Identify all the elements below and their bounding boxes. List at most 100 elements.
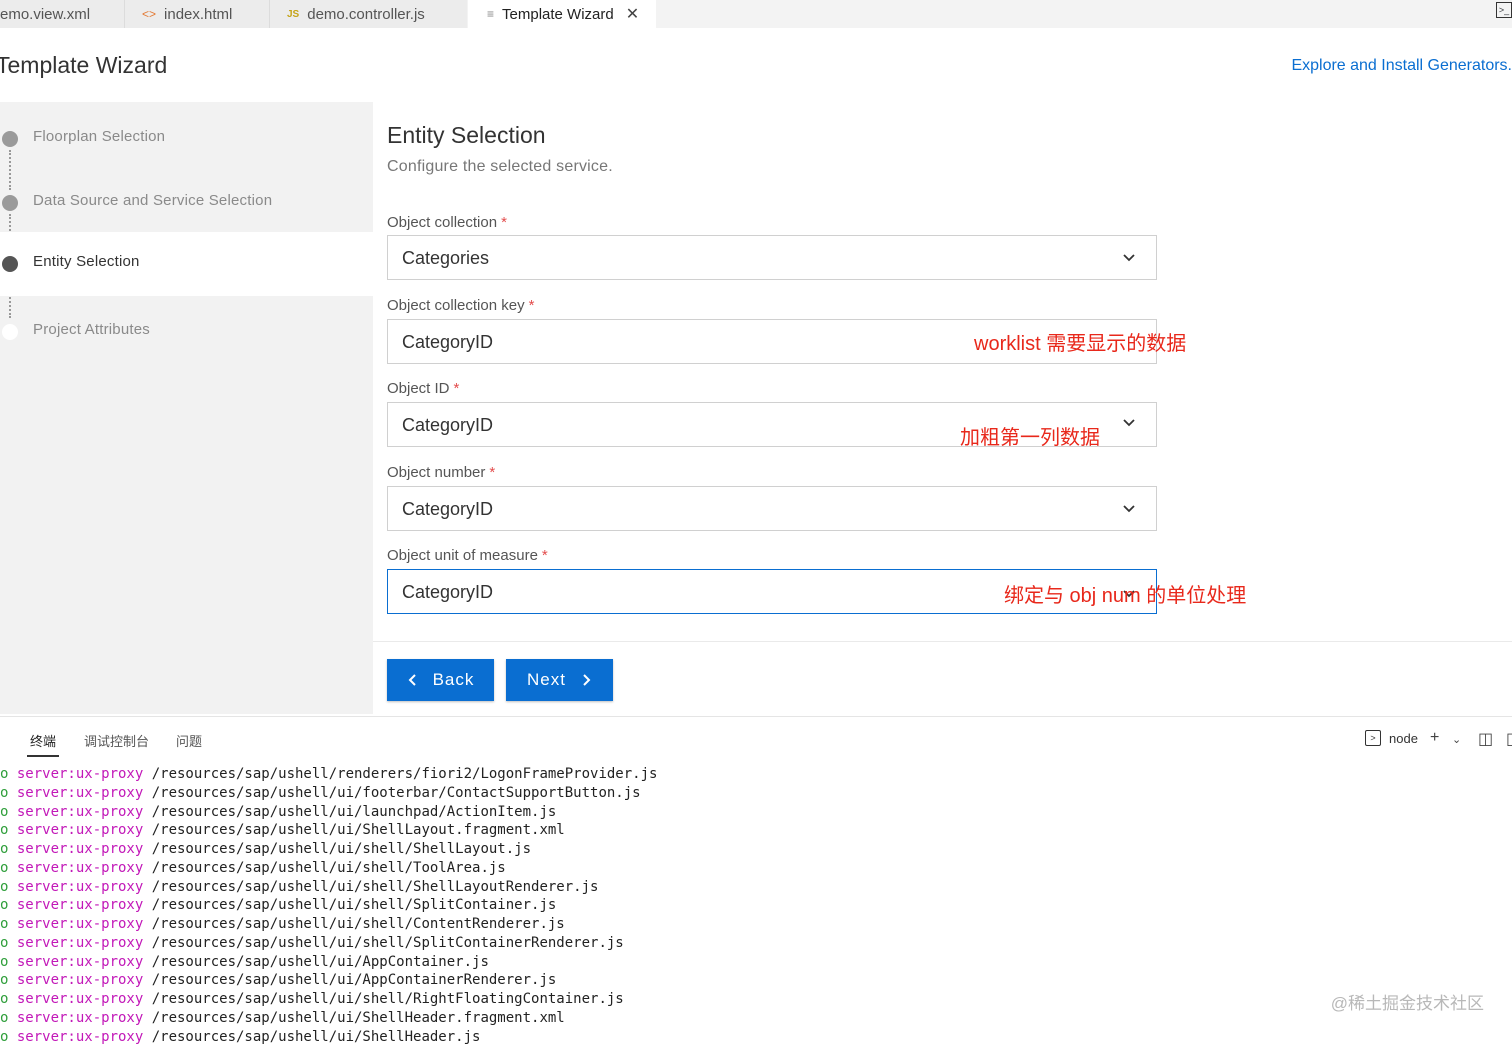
log-source: server:ux-proxy xyxy=(17,860,152,876)
wizard-steps: Floorplan Selection Data Source and Serv… xyxy=(0,102,373,714)
log-path: /resources/sap/ushell/ui/shell/SplitCont… xyxy=(152,935,624,951)
footer-divider xyxy=(373,641,1512,642)
log-prefix: o xyxy=(0,954,17,970)
section-title: Entity Selection xyxy=(387,122,546,149)
terminal-selector[interactable]: > node xyxy=(1365,730,1418,746)
log-source: server:ux-proxy xyxy=(17,916,152,932)
log-line: o server:ux-proxy /resources/sap/ushell/… xyxy=(0,1009,657,1028)
log-source: server:ux-proxy xyxy=(17,897,152,913)
active-tab-indicator xyxy=(27,755,59,757)
log-path: /resources/sap/ushell/ui/AppContainer.js xyxy=(152,954,489,970)
log-line: o server:ux-proxy /resources/sap/ushell/… xyxy=(0,971,657,990)
step-current-icon xyxy=(2,256,18,272)
log-source: server:ux-proxy xyxy=(17,954,152,970)
step-done-icon xyxy=(2,131,18,147)
select-value: CategoryID xyxy=(402,582,493,603)
log-path: /resources/sap/ushell/renderers/fiori2/L… xyxy=(152,766,658,782)
terminal-output: o server:ux-proxy /resources/sap/ushell/… xyxy=(0,765,657,1046)
tab-debug-console[interactable]: 调试控制台 xyxy=(84,731,149,750)
log-prefix: o xyxy=(0,991,17,1007)
chevron-down-icon xyxy=(1122,250,1136,264)
log-source: server:ux-proxy xyxy=(17,991,152,1007)
object-id-label: Object ID* xyxy=(387,380,459,397)
js-file-icon: JS xyxy=(287,9,299,20)
tab-template-wizard[interactable]: ≡ Template Wizard ✕ xyxy=(468,0,656,28)
annotation-unit-binding: 绑定与 obj num 的单位处理 xyxy=(1004,579,1246,608)
input-value: CategoryID xyxy=(402,332,493,353)
explore-generators-link[interactable]: Explore and Install Generators. xyxy=(1291,57,1512,75)
tab-label: demo.controller.js xyxy=(307,6,425,23)
terminal-icon: > xyxy=(1365,730,1381,746)
log-line: o server:ux-proxy /resources/sap/ushell/… xyxy=(0,803,657,822)
step-data-source[interactable]: Data Source and Service Selection xyxy=(0,171,373,235)
chevron-down-icon[interactable]: ⌄ xyxy=(1452,733,1461,746)
add-terminal-icon[interactable]: + xyxy=(1430,729,1439,747)
log-path: /resources/sap/ushell/ui/footerbar/Conta… xyxy=(152,785,641,801)
log-source: server:ux-proxy xyxy=(17,766,152,782)
log-line: o server:ux-proxy /resources/sap/ushell/… xyxy=(0,990,657,1009)
log-prefix: o xyxy=(0,935,17,951)
log-prefix: o xyxy=(0,860,17,876)
terminal-icon[interactable]: >_ xyxy=(1496,2,1512,18)
step-label: Data Source and Service Selection xyxy=(33,192,272,209)
object-number-select[interactable]: CategoryID xyxy=(387,486,1157,531)
chevron-down-icon xyxy=(1122,415,1136,429)
select-value: Categories xyxy=(402,248,489,269)
tab-index-html[interactable]: <> index.html xyxy=(125,0,269,28)
log-path: /resources/sap/ushell/ui/launchpad/Actio… xyxy=(152,804,557,820)
log-prefix: o xyxy=(0,822,17,838)
step-label: Floorplan Selection xyxy=(33,128,165,145)
log-source: server:ux-proxy xyxy=(17,1010,152,1026)
step-entity-selection[interactable]: Entity Selection xyxy=(0,232,373,296)
select-value: CategoryID xyxy=(402,499,493,520)
tab-demo-view-xml[interactable]: emo.view.xml xyxy=(0,0,124,28)
log-prefix: o xyxy=(0,804,17,820)
close-icon[interactable]: ✕ xyxy=(626,4,639,24)
log-line: o server:ux-proxy /resources/sap/ushell/… xyxy=(0,784,657,803)
log-line: o server:ux-proxy /resources/sap/ushell/… xyxy=(0,821,657,840)
log-line: o server:ux-proxy /resources/sap/ushell/… xyxy=(0,840,657,859)
section-subtitle: Configure the selected service. xyxy=(387,158,613,176)
chevron-right-icon xyxy=(580,673,592,687)
tab-problems[interactable]: 问题 xyxy=(176,731,202,750)
wizard-main: Entity Selection Configure the selected … xyxy=(373,102,1512,714)
wizard-file-icon: ≡ xyxy=(487,7,494,21)
terminal-name: node xyxy=(1389,731,1418,746)
chevron-left-icon xyxy=(407,673,419,687)
object-unit-label: Object unit of measure* xyxy=(387,547,548,564)
tab-terminal[interactable]: 终端 xyxy=(30,731,56,750)
log-path: /resources/sap/ushell/ui/shell/SplitCont… xyxy=(152,897,557,913)
log-line: o server:ux-proxy /resources/sap/ushell/… xyxy=(0,765,657,784)
log-path: /resources/sap/ushell/ui/shell/ToolArea.… xyxy=(152,860,506,876)
step-project-attributes[interactable]: Project Attributes xyxy=(0,300,373,364)
tab-label: emo.view.xml xyxy=(0,6,90,23)
back-label: Back xyxy=(433,670,475,690)
back-button[interactable]: Back xyxy=(387,659,494,701)
trash-icon[interactable]: ▯ xyxy=(1506,729,1512,749)
object-collection-key-label: Object collection key* xyxy=(387,297,534,314)
step-floorplan-selection[interactable]: Floorplan Selection xyxy=(0,107,373,171)
split-terminal-icon[interactable]: ◫ xyxy=(1478,729,1493,749)
log-path: /resources/sap/ushell/ui/ShellLayout.fra… xyxy=(152,822,565,838)
log-source: server:ux-proxy xyxy=(17,785,152,801)
log-path: /resources/sap/ushell/ui/shell/ContentRe… xyxy=(152,916,565,932)
log-line: o server:ux-proxy /resources/sap/ushell/… xyxy=(0,953,657,972)
log-line: o server:ux-proxy /resources/sap/ushell/… xyxy=(0,934,657,953)
next-button[interactable]: Next xyxy=(506,659,613,701)
object-collection-label: Object collection* xyxy=(387,214,507,231)
tab-label: index.html xyxy=(164,6,232,23)
log-source: server:ux-proxy xyxy=(17,972,152,988)
log-prefix: o xyxy=(0,1010,17,1026)
log-source: server:ux-proxy xyxy=(17,935,152,951)
html-file-icon: <> xyxy=(142,7,156,21)
watermark: @稀土掘金技术社区 xyxy=(1331,989,1484,1014)
next-label: Next xyxy=(527,670,566,690)
log-prefix: o xyxy=(0,972,17,988)
log-prefix: o xyxy=(0,841,17,857)
log-path: /resources/sap/ushell/ui/AppContainerRen… xyxy=(152,972,557,988)
log-prefix: o xyxy=(0,785,17,801)
log-line: o server:ux-proxy /resources/sap/ushell/… xyxy=(0,915,657,934)
log-source: server:ux-proxy xyxy=(17,822,152,838)
tab-demo-controller-js[interactable]: JS demo.controller.js xyxy=(270,0,467,28)
object-collection-select[interactable]: Categories xyxy=(387,235,1157,280)
